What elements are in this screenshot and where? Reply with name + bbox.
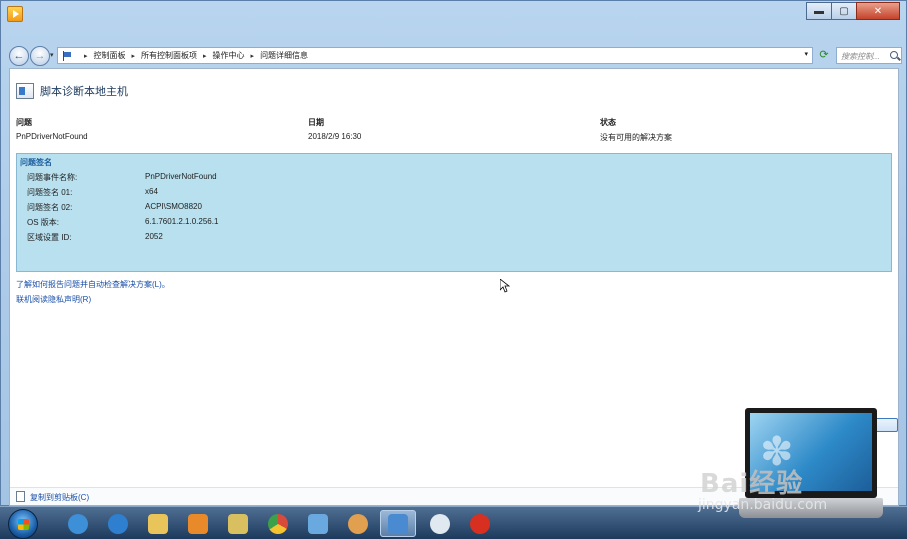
paint-icon: [348, 513, 368, 534]
signature-title[interactable]: 问题签名: [20, 157, 52, 168]
problem-value: PnPDriverNotFound: [16, 132, 88, 141]
date-value: 2018/2/9 16:30: [308, 132, 362, 141]
search-icon[interactable]: [890, 51, 898, 59]
maximize-button[interactable]: ▢: [831, 2, 857, 20]
taskbar-flower[interactable]: [422, 510, 458, 537]
taskbar-media-player[interactable]: [180, 510, 216, 537]
recent-pages-dropdown[interactable]: ▾: [50, 51, 54, 59]
maximize-icon: ▢: [839, 5, 849, 17]
browser-icon: [68, 513, 88, 534]
watermark-url: jingyan.baidu.com: [698, 497, 828, 513]
watermark-brand-latin: Bai: [700, 469, 750, 499]
chevron-right-icon[interactable]: ▸: [203, 52, 207, 60]
problem-signature-panel: 问题签名 问题事件名称: PnPDriverNotFound 问题签名 01: …: [16, 153, 892, 272]
forward-button[interactable]: →: [30, 46, 50, 66]
breadcrumb-item-all-items[interactable]: 所有控制面板项: [141, 50, 197, 61]
taskbar-browser[interactable]: [60, 510, 96, 537]
signature-label: 区域设置 ID:: [27, 233, 72, 242]
signature-value: 6.1.7601.2.1.0.256.1: [145, 217, 219, 226]
taskbar-paint[interactable]: [340, 510, 376, 537]
signature-value: x64: [145, 187, 158, 196]
close-icon: ✕: [873, 5, 883, 17]
close-button[interactable]: ✕: [856, 2, 900, 20]
ie-icon: [108, 513, 128, 534]
taskbar-document[interactable]: [300, 510, 336, 537]
page-title: 脚本诊断本地主机: [40, 86, 128, 98]
chevron-right-icon[interactable]: ▸: [132, 52, 136, 60]
signature-label: 问题事件名称:: [27, 173, 78, 182]
flower-icon: [430, 513, 450, 534]
signature-label: 问题签名 01:: [27, 188, 73, 197]
privacy-statement-link[interactable]: 联机阅读隐私声明(R): [16, 294, 91, 305]
watermark-brand: Bai经验: [700, 463, 803, 500]
document-icon: [308, 513, 328, 534]
status-column-header: 状态: [600, 118, 616, 127]
taskbar-explorer[interactable]: [140, 510, 176, 537]
explorer-icon: [148, 513, 168, 534]
title-bar[interactable]: ▬ ▢ ✕: [1, 1, 906, 29]
taskbar-chrome[interactable]: [260, 510, 296, 537]
minimize-button[interactable]: ▬: [806, 2, 832, 20]
page-header: 脚本诊断本地主机: [16, 83, 128, 99]
caption-buttons: ▬ ▢ ✕: [806, 2, 900, 20]
refresh-icon[interactable]: ⟳: [817, 48, 831, 62]
problem-column-header: 问题: [16, 118, 32, 127]
signature-label: OS 版本:: [27, 218, 60, 227]
status-value: 没有可用的解决方案: [600, 133, 672, 142]
media-player-icon: [188, 513, 208, 534]
chevron-down-icon[interactable]: ▾: [804, 50, 808, 58]
learn-how-link[interactable]: 了解如何报告问题并自动检查解决方案(L)。: [16, 279, 170, 290]
start-button[interactable]: [8, 509, 38, 539]
signature-label: 问题签名 02:: [27, 203, 73, 212]
chrome-icon: [268, 513, 288, 534]
watermark-brand-cn: 经验: [749, 469, 804, 499]
breadcrumb-item-problem-details[interactable]: 问题详细信息: [260, 50, 308, 61]
breadcrumb-item-action-center[interactable]: 操作中心: [213, 50, 245, 61]
search-placeholder: 搜索控制...: [841, 52, 880, 61]
breadcrumb-item-control-panel[interactable]: 控制面板: [94, 50, 126, 61]
control-panel-icon: [388, 513, 408, 534]
arrow-left-icon: ←: [13, 50, 25, 62]
taskbar-control-panel[interactable]: [380, 510, 416, 537]
taskbar-ie[interactable]: [100, 510, 136, 537]
signature-value: ACPI\SMO8820: [145, 202, 202, 211]
navigation-bar: ← → ▾ ▸ 控制面板 ▸ 所有控制面板项 ▸ 操作中心 ▸ 问题详细信息 ▾…: [5, 45, 902, 67]
signature-value: PnPDriverNotFound: [145, 172, 217, 181]
address-bar[interactable]: ▸ 控制面板 ▸ 所有控制面板项 ▸ 操作中心 ▸ 问题详细信息 ▾: [57, 47, 813, 64]
chess-icon: [470, 513, 490, 534]
breadcrumb: ▸ 控制面板 ▸ 所有控制面板项 ▸ 操作中心 ▸ 问题详细信息: [78, 50, 308, 61]
chevron-right-icon[interactable]: ▸: [251, 52, 255, 60]
app-icon: [7, 6, 23, 22]
chevron-right-icon[interactable]: ▸: [84, 52, 88, 60]
taskbar-folder[interactable]: [220, 510, 256, 537]
taskbar-chess[interactable]: [462, 510, 498, 537]
search-input[interactable]: 搜索控制...: [836, 47, 902, 64]
flag-icon: [62, 50, 72, 61]
folder-icon: [228, 513, 248, 534]
clipboard-icon: [16, 491, 25, 502]
signature-value: 2052: [145, 232, 163, 241]
date-column-header: 日期: [308, 118, 324, 127]
minimize-icon: ▬: [814, 5, 824, 17]
copy-to-clipboard-link[interactable]: 复制到剪贴板(C): [30, 492, 89, 503]
arrow-right-icon: →: [34, 50, 46, 62]
back-button[interactable]: ←: [9, 46, 29, 66]
diagnostic-icon: [16, 83, 34, 99]
